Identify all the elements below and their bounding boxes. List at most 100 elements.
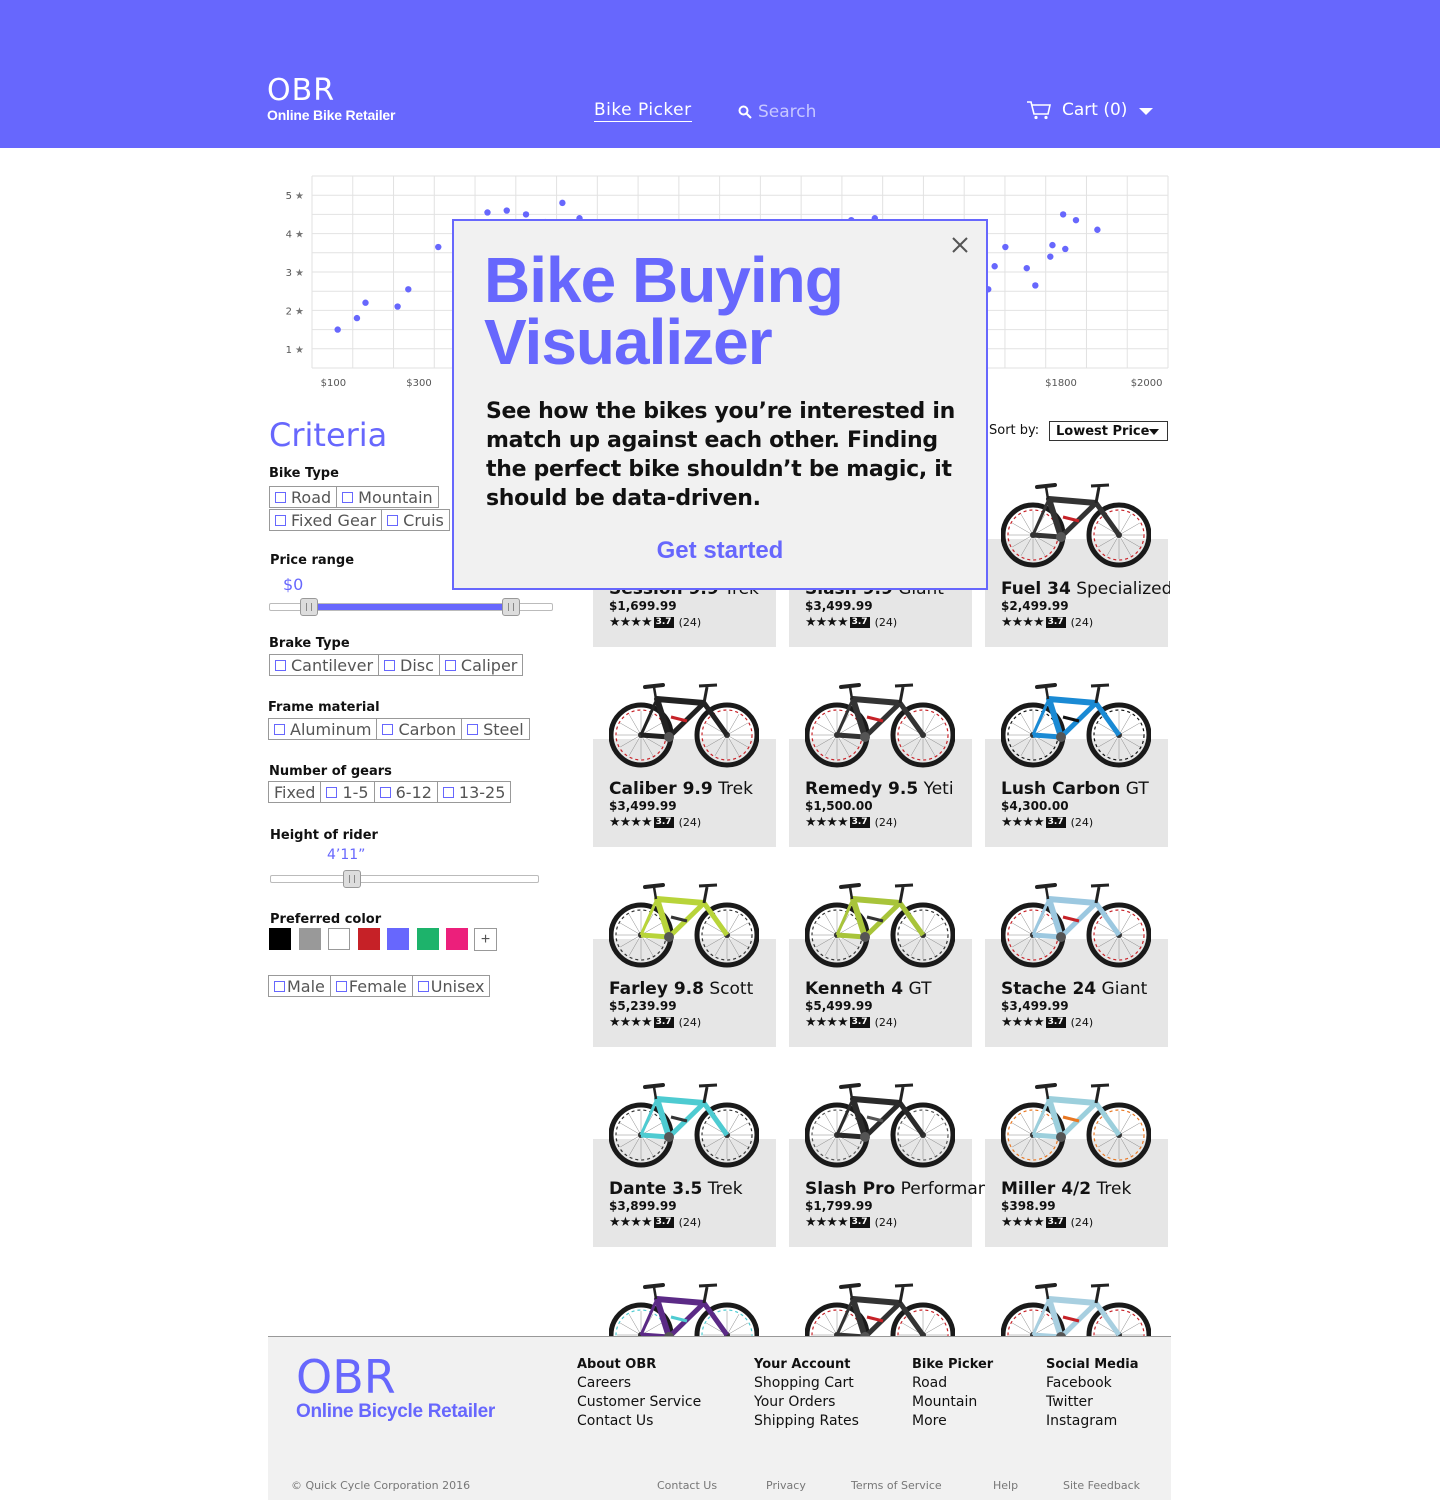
product-card[interactable]: Miller 4/2 Trek $398.99 ★★★★ 3.7 (24) bbox=[985, 1069, 1168, 1269]
checkbox-gears-13-25[interactable]: 13-25 bbox=[438, 782, 511, 802]
footer-link[interactable]: Shopping Cart bbox=[754, 1374, 859, 1393]
checkbox-gears-6-12[interactable]: 6-12 bbox=[375, 782, 438, 802]
footer-link[interactable]: Facebook bbox=[1046, 1374, 1139, 1393]
product-name[interactable]: Lush Carbon GT bbox=[1001, 779, 1149, 799]
data-point[interactable] bbox=[522, 211, 530, 218]
review-count: (24) bbox=[874, 1016, 898, 1029]
color-swatch[interactable] bbox=[416, 928, 439, 950]
color-swatch[interactable] bbox=[269, 928, 291, 950]
footer-link[interactable]: Contact Us bbox=[577, 1412, 701, 1431]
product-card[interactable]: Farley 9.8 Scott $5,239.99 ★★★★ 3.7 (24) bbox=[593, 869, 776, 1069]
add-color-button[interactable]: + bbox=[474, 928, 497, 951]
color-swatch[interactable] bbox=[357, 928, 380, 950]
rating-score: 3.7 bbox=[653, 617, 674, 628]
color-swatch[interactable] bbox=[387, 928, 409, 950]
color-swatch[interactable] bbox=[328, 928, 350, 950]
data-point[interactable] bbox=[1032, 282, 1039, 289]
get-started-button[interactable]: Get started bbox=[454, 537, 986, 565]
product-name[interactable]: Fuel 34 Specialized bbox=[1001, 579, 1170, 599]
product-card[interactable] bbox=[985, 1269, 1168, 1336]
checkbox-fixed-gear[interactable]: Fixed Gear bbox=[270, 510, 383, 530]
data-point[interactable] bbox=[1059, 211, 1067, 218]
data-point[interactable] bbox=[1072, 216, 1080, 224]
checkbox-gears-1-5[interactable]: 1-5 bbox=[321, 782, 375, 802]
footer-logo[interactable]: OBR Online Bicycle Retailer bbox=[296, 1353, 495, 1423]
checkbox-male[interactable]: Male bbox=[269, 976, 331, 996]
checkbox-cantilever[interactable]: Cantilever bbox=[270, 655, 380, 675]
color-swatch[interactable] bbox=[298, 928, 321, 950]
data-point[interactable] bbox=[484, 209, 491, 216]
color-swatch[interactable] bbox=[446, 928, 468, 950]
data-point[interactable] bbox=[353, 314, 361, 322]
footer-link[interactable]: Your Orders bbox=[754, 1393, 859, 1412]
data-point[interactable] bbox=[1049, 241, 1056, 249]
checkbox-road[interactable]: Road bbox=[270, 487, 338, 507]
data-point[interactable] bbox=[435, 243, 442, 251]
footer-link[interactable]: Customer Service bbox=[577, 1393, 701, 1412]
data-point[interactable] bbox=[1094, 226, 1101, 233]
product-name[interactable]: Caliber 9.9 Trek bbox=[609, 779, 753, 799]
sort-dropdown[interactable]: Lowest Price bbox=[1049, 421, 1168, 441]
product-name[interactable]: Dante 3.5 Trek bbox=[609, 1179, 743, 1199]
product-card[interactable]: Dante 3.5 Trek $3,899.99 ★★★★ 3.7 (24) bbox=[593, 1069, 776, 1269]
footer-link[interactable]: Mountain bbox=[912, 1393, 993, 1412]
data-point[interactable] bbox=[559, 199, 566, 207]
checkbox-disc[interactable]: Disc bbox=[379, 655, 440, 675]
data-point[interactable] bbox=[394, 303, 401, 310]
checkbox-unisex[interactable]: Unisex bbox=[413, 976, 490, 996]
footer-link[interactable]: Instagram bbox=[1046, 1412, 1139, 1431]
checkbox-mountain[interactable]: Mountain bbox=[337, 487, 438, 507]
checkbox-aluminum[interactable]: Aluminum bbox=[269, 719, 378, 739]
data-point[interactable] bbox=[1047, 253, 1054, 260]
search-input[interactable] bbox=[758, 102, 938, 122]
height-slider-handle[interactable] bbox=[342, 870, 361, 888]
data-point[interactable] bbox=[362, 299, 369, 306]
product-name[interactable]: Kenneth 4 GT bbox=[805, 979, 931, 999]
checkbox-icon bbox=[274, 723, 285, 735]
data-point[interactable] bbox=[991, 263, 998, 270]
footer-bottom-link[interactable]: Site Feedback bbox=[1063, 1479, 1140, 1492]
checkbox-caliper[interactable]: Caliper bbox=[440, 655, 522, 675]
product-name[interactable]: Slash Pro Performance bbox=[805, 1179, 1008, 1199]
footer-link[interactable]: Twitter bbox=[1046, 1393, 1139, 1412]
nav-bike-picker[interactable]: Bike Picker bbox=[594, 100, 692, 122]
product-card[interactable]: Fuel 34 Specialized $2,499.99 ★★★★ 3.7 (24) bbox=[985, 469, 1170, 669]
product-name[interactable]: Stache 24 Giant bbox=[1001, 979, 1147, 999]
checkbox-carbon[interactable]: Carbon bbox=[377, 719, 463, 739]
product-name[interactable]: Remedy 9.5 Yeti bbox=[805, 779, 954, 799]
product-card[interactable]: Caliber 9.9 Trek $3,499.99 ★★★★ 3.7 (24) bbox=[593, 669, 776, 869]
footer-link[interactable]: Road bbox=[912, 1374, 993, 1393]
price-slider-max-handle[interactable] bbox=[502, 598, 521, 616]
data-point[interactable] bbox=[503, 207, 510, 214]
product-card[interactable]: Kenneth 4 GT $5,499.99 ★★★★ 3.7 (24) bbox=[789, 869, 972, 1069]
product-card[interactable]: Stache 24 Giant $3,499.99 ★★★★ 3.7 (24) bbox=[985, 869, 1168, 1069]
checkbox-female[interactable]: Female bbox=[331, 976, 413, 996]
product-card[interactable]: Lush Carbon GT $4,300.00 ★★★★ 3.7 (24) bbox=[985, 669, 1168, 869]
footer-bottom-link[interactable]: Terms of Service bbox=[851, 1479, 942, 1492]
footer-bottom-link[interactable]: Help bbox=[993, 1479, 1018, 1492]
data-point[interactable] bbox=[1023, 264, 1030, 272]
price-slider-min-handle[interactable] bbox=[299, 598, 318, 616]
site-logo[interactable]: OBR Online Bike Retailer bbox=[267, 76, 395, 124]
data-point[interactable] bbox=[405, 286, 412, 293]
data-point[interactable] bbox=[1062, 245, 1069, 253]
footer-link[interactable]: Careers bbox=[577, 1374, 701, 1393]
cart-button[interactable]: Cart (0) bbox=[1026, 100, 1154, 120]
product-card[interactable]: Slash Pro Performance $1,799.99 ★★★★ 3.7 (24… bbox=[789, 1069, 1008, 1269]
footer-bottom-link[interactable]: Privacy bbox=[766, 1479, 806, 1492]
checkbox-steel[interactable]: Steel bbox=[462, 719, 529, 739]
product-card[interactable] bbox=[593, 1269, 776, 1336]
footer-bottom-link[interactable]: Contact Us bbox=[657, 1479, 717, 1492]
product-card[interactable] bbox=[789, 1269, 972, 1336]
checkbox-fixed[interactable]: Fixed bbox=[269, 782, 322, 802]
product-name[interactable]: Farley 9.8 Scott bbox=[609, 979, 753, 999]
data-point[interactable] bbox=[334, 326, 341, 333]
footer-link[interactable]: Shipping Rates bbox=[754, 1412, 859, 1431]
height-slider-track[interactable] bbox=[270, 875, 539, 883]
chevron-down-icon[interactable] bbox=[1139, 108, 1154, 115]
footer-link[interactable]: More bbox=[912, 1412, 993, 1431]
data-point[interactable] bbox=[1002, 243, 1009, 251]
product-card[interactable]: Remedy 9.5 Yeti $1,500.00 ★★★★ 3.7 (24) bbox=[789, 669, 972, 869]
checkbox-cruiser[interactable]: Cruis bbox=[382, 510, 449, 530]
product-name[interactable]: Miller 4/2 Trek bbox=[1001, 1179, 1131, 1199]
